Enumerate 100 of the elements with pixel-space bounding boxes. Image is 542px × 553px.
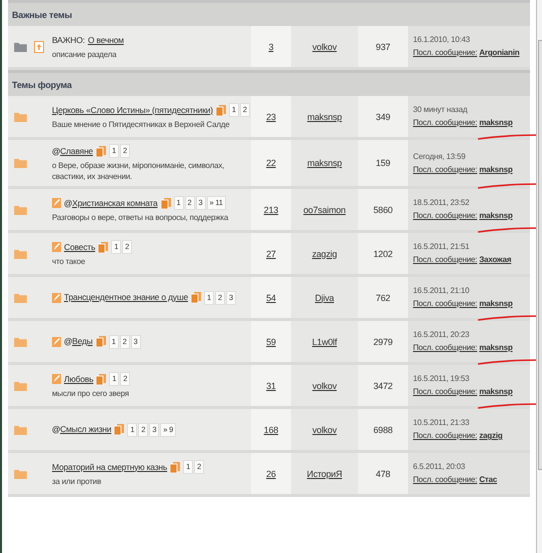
new-post-icon[interactable] (52, 292, 61, 302)
folder-icon (14, 248, 27, 258)
replies-link[interactable]: 26 (266, 468, 276, 478)
last-post-link[interactable]: Посл. сообщение: (413, 475, 478, 484)
last-post-time: 16.1.2010, 10:43 (413, 35, 470, 44)
last-post-time: 10.5.2011, 21:33 (413, 418, 470, 427)
last-post-user[interactable]: maksnsp (479, 343, 513, 352)
views-count: 6988 (373, 424, 393, 434)
section-title: Темы форума (12, 80, 72, 90)
replies-link[interactable]: 22 (266, 158, 276, 168)
prefix-mark: @ (64, 336, 72, 346)
topic-description: за или против (52, 476, 102, 487)
last-post-link[interactable]: Посл. сообщение: (413, 387, 478, 396)
author-link[interactable]: volkov (312, 424, 337, 434)
folder-icon (14, 158, 27, 168)
views-count: 349 (376, 112, 390, 122)
topic-description: мысли про сего зверя (52, 388, 129, 399)
folder-icon (14, 424, 27, 434)
author-link[interactable]: maksnsp (307, 158, 342, 168)
last-post-user[interactable]: Захожая (479, 255, 512, 264)
topic-description: описание раздела (52, 48, 116, 60)
topic-link[interactable]: Любовь (64, 374, 94, 384)
last-post-link[interactable]: Посл. сообщение: (413, 255, 478, 264)
folder-icon (14, 336, 27, 346)
last-post-link[interactable]: Посл. сообщение: (413, 164, 478, 174)
last-post-link[interactable]: Посл. сообщение: (413, 118, 478, 127)
views-count: 5860 (373, 204, 393, 214)
last-post-link[interactable]: Посл. сообщение: (413, 431, 478, 440)
replies-link[interactable]: 31 (266, 380, 276, 390)
topic-link[interactable]: Славяне (60, 146, 93, 156)
new-post-icon[interactable] (52, 374, 61, 384)
topic-link[interactable]: Трансцендентное знание о душе (64, 292, 188, 302)
topic-link[interactable]: Христианская комната (72, 198, 158, 208)
last-post-user[interactable]: zagzig (479, 431, 502, 440)
last-post-user[interactable]: maksnsp (479, 299, 513, 308)
new-post-icon[interactable] (52, 198, 61, 208)
author-link[interactable]: L1w0lf (312, 336, 337, 346)
folder-icon (14, 468, 27, 478)
replies-link[interactable]: 27 (266, 248, 276, 258)
last-post-time: 6.5.2011, 20:03 (413, 462, 466, 471)
topic-link[interactable]: Мораторий на смертную казнь (52, 462, 168, 472)
folder-icon (14, 112, 27, 122)
author-link[interactable]: maksnsp (307, 112, 342, 122)
pages-icon (216, 104, 226, 116)
pages-icon (96, 374, 106, 384)
last-post-link[interactable]: Посл. сообщение: (413, 211, 478, 220)
author-link[interactable]: ИсториЯ (306, 468, 342, 478)
replies-link[interactable]: 59 (266, 336, 276, 346)
last-post-time: 16.5.2011, 19:53 (413, 374, 470, 383)
pages-icon (98, 242, 108, 252)
pages-icon (96, 336, 106, 347)
pages-icon (160, 198, 171, 208)
topic-link[interactable]: Совесть (64, 242, 96, 252)
pages-icon (114, 424, 124, 435)
topic-description: Ваше мнение о Пятидесятниках в Верхней Салде (52, 119, 230, 130)
views-count: 3472 (373, 380, 393, 390)
last-post-user[interactable]: maksnsp (479, 118, 513, 127)
topic-description: о Вере, образе жизни, міропониманіе, символах, свастики, их значении. (52, 160, 226, 182)
author-link[interactable]: oo7saimon (303, 204, 346, 214)
author-link[interactable]: volkov (312, 380, 337, 390)
topic-description: Разговоры о вере, ответы на вопросы, поддержка (52, 212, 228, 223)
topic-link[interactable]: О вечном (88, 34, 124, 44)
last-post-link[interactable]: Посл. сообщение: (413, 299, 478, 308)
replies-link[interactable]: 168 (264, 424, 278, 434)
folder-icon (14, 292, 27, 302)
views-count: 478 (376, 468, 390, 478)
last-post-user[interactable]: Argonianin (479, 48, 520, 57)
last-post-link[interactable]: Посл. сообщение: (413, 343, 478, 352)
author-link[interactable]: Djiva (314, 292, 334, 302)
author-link[interactable]: volkov (312, 42, 337, 52)
folder-icon (14, 380, 27, 390)
topic-link[interactable]: Смысл жизни (60, 424, 112, 434)
prefix-mark: @ (52, 424, 60, 434)
last-post-time: 30 минут назад (413, 105, 468, 114)
last-post-time: 16.5.2011, 21:51 (413, 242, 470, 251)
new-post-icon[interactable] (52, 242, 61, 252)
section-title: Важные темы (12, 10, 72, 20)
views-count: 762 (376, 292, 390, 302)
last-post-user[interactable]: maksnsp (479, 211, 513, 220)
last-post-user[interactable]: Стас (479, 475, 498, 484)
replies-link[interactable]: 23 (266, 112, 276, 122)
last-post-user[interactable]: maksnsp (479, 164, 513, 174)
author-link[interactable]: zagzig (312, 248, 337, 258)
last-post-time: 16.5.2011, 20:23 (413, 330, 470, 339)
replies-link[interactable]: 54 (266, 292, 276, 302)
last-post-user[interactable]: maksnsp (479, 387, 513, 396)
folder-icon (14, 204, 27, 214)
pages-icon (170, 462, 180, 472)
replies-link[interactable]: 3 (268, 42, 274, 52)
replies-link[interactable]: 213 (264, 204, 278, 214)
new-post-icon[interactable] (52, 336, 61, 346)
topic-link[interactable]: Веды (72, 336, 93, 346)
prefix-mark: @ (64, 198, 72, 208)
topic-link[interactable]: Церковь «Слово Истины» (пятидесятники) (52, 104, 213, 114)
prefix-mark: @ (52, 146, 60, 156)
last-post-time: 18.5.2011, 23:52 (413, 198, 470, 207)
folder-icon (14, 42, 27, 52)
last-post-link[interactable]: Посл. сообщение: (413, 48, 478, 57)
pages-icon (96, 146, 106, 156)
views-count: 1202 (373, 248, 393, 258)
